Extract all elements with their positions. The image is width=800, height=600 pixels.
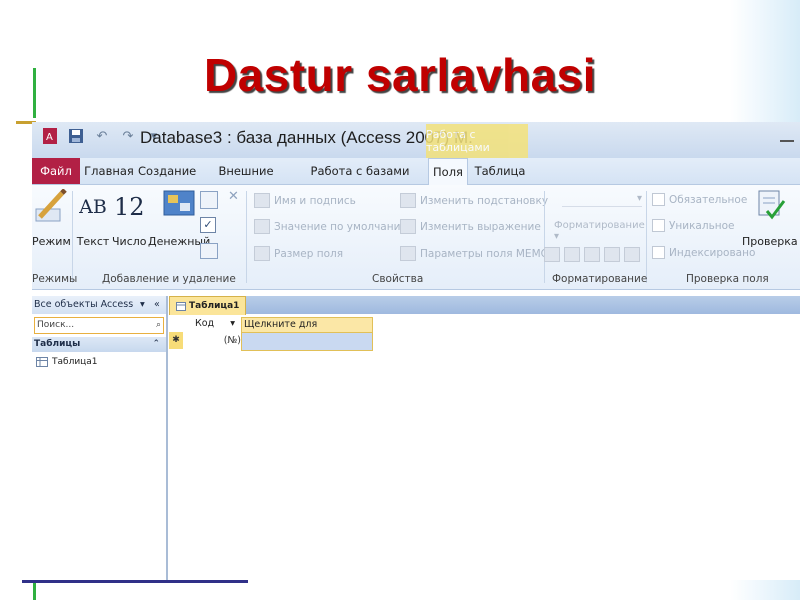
new-record-selector[interactable]: ✱ (169, 332, 183, 349)
nav-search-input[interactable]: Поиск... ⌕ (34, 317, 164, 334)
nav-item-table[interactable]: Таблица1 (36, 357, 98, 367)
required-checkbox[interactable]: Обязательное (652, 193, 747, 206)
tab-database-tools[interactable]: Работа с базами данных (298, 158, 422, 204)
svg-text:A: A (46, 132, 53, 143)
comma-format-icon (584, 247, 600, 262)
default-value-icon (254, 219, 270, 234)
currency-format-icon (544, 247, 560, 262)
title-bar: A ↶ ↷ ▾ Database3 : база данных (Access … (32, 122, 800, 158)
group-separator (72, 191, 73, 283)
number-field-icon: 12 (113, 193, 145, 221)
validation-button[interactable]: Проверка (742, 189, 798, 248)
expression-icon (400, 219, 416, 234)
view-mode-label: Режим (32, 235, 71, 248)
chevron-down-icon: ▾ (636, 193, 642, 204)
access-window: A ↶ ↷ ▾ Database3 : база данных (Access … (32, 122, 800, 580)
group-separator (544, 191, 545, 283)
access-logo-icon: A (42, 128, 58, 144)
group-separator (246, 191, 247, 283)
percent-format-icon (564, 247, 580, 262)
number-field-label: Число (112, 235, 147, 248)
ribbon: Режим AB Текст 12 Число Денежный ✓ ✕ Имя… (32, 185, 800, 290)
text-field-label: Текст (76, 235, 110, 248)
table-icon (176, 301, 186, 311)
tab-table[interactable]: Таблица (472, 158, 528, 184)
document-tab[interactable]: Таблица1 (169, 296, 247, 315)
yes-no-icon[interactable]: ✓ (200, 217, 216, 233)
modify-expression-button[interactable]: Изменить выражение (400, 219, 541, 234)
document-tab-bar: Таблица1 (169, 296, 800, 315)
pencil-icon (34, 189, 68, 225)
format-dropdown[interactable]: Форматирование ▾ (554, 220, 645, 242)
field-size-icon (254, 246, 270, 261)
unique-checkbox[interactable]: Уникальное (652, 219, 735, 232)
date-time-icon[interactable] (200, 191, 218, 209)
add-number-field-button[interactable]: 12 Число (112, 189, 147, 248)
field-size-button[interactable]: Размер поля (254, 246, 343, 261)
chevron-down-icon[interactable]: ▾ (230, 317, 235, 331)
validation-check-icon (753, 189, 787, 225)
save-icon[interactable] (68, 128, 84, 144)
validation-label: Проверка (742, 235, 798, 248)
number-format-buttons[interactable] (544, 247, 640, 262)
chevron-down-icon[interactable]: ▾ (140, 296, 145, 314)
navigation-pane: Все объекты Access ▾ « Поиск... ⌕ Таблиц… (32, 296, 168, 580)
group-label-validation: Проверка поля (686, 273, 769, 285)
default-value-button[interactable]: Значение по умолчанию (254, 219, 409, 234)
datasheet-area: Таблица1 Код ▾ Щелкните для добавления ▾… (169, 296, 800, 580)
more-fields-icon[interactable] (200, 243, 218, 259)
lookup-icon (400, 193, 416, 208)
click-to-add-cell[interactable] (241, 332, 373, 351)
indexed-checkbox[interactable]: Индексировано (652, 246, 755, 259)
tab-fields[interactable]: Поля (428, 158, 468, 185)
tab-file[interactable]: Файл (32, 158, 80, 184)
column-header-click-to-add[interactable]: Щелкните для добавления ▾ (241, 317, 373, 344)
memo-icon (400, 246, 416, 261)
tab-create[interactable]: Создание (138, 158, 196, 184)
decor-line (22, 580, 248, 583)
slide-title: Dastur sarlavhasi (203, 49, 597, 101)
memo-settings-button[interactable]: Параметры поля MEMO (400, 246, 549, 261)
group-separator (646, 191, 647, 283)
table-icon (36, 357, 48, 367)
column-header-kod[interactable]: Код ▾ (185, 317, 241, 331)
data-type-dropdown[interactable]: ▾ (562, 193, 642, 207)
add-text-field-button[interactable]: AB Текст (76, 189, 110, 248)
tab-external-data[interactable]: Внешние данные (200, 158, 292, 204)
modify-lookups-button[interactable]: Изменить подстановку (400, 193, 548, 208)
search-icon[interactable]: ⌕ (156, 318, 161, 333)
nav-pane-header[interactable]: Все объекты Access ▾ « (32, 296, 166, 314)
view-mode-button[interactable]: Режим (32, 189, 71, 248)
group-label-properties: Свойства (372, 273, 424, 285)
name-caption-button[interactable]: Имя и подпись (254, 193, 356, 208)
name-caption-icon (254, 193, 270, 208)
new-record-cell[interactable]: (№) (185, 332, 241, 349)
collapse-group-icon[interactable]: ⌃ (152, 337, 160, 352)
redo-icon[interactable]: ↷ (120, 128, 136, 144)
currency-field-icon (162, 189, 196, 225)
collapse-pane-icon[interactable]: « (154, 296, 160, 314)
text-field-icon: AB (79, 196, 107, 218)
tab-home[interactable]: Главная (84, 158, 134, 184)
increase-decimals-icon (604, 247, 620, 262)
nav-group-tables[interactable]: Таблицы ⌃ (32, 337, 166, 352)
delete-field-icon[interactable]: ✕ (228, 189, 239, 204)
group-label-add-delete: Добавление и удаление (102, 273, 236, 285)
ribbon-tabs: Файл Главная Создание Внешние данные Раб… (32, 158, 800, 204)
chevron-down-icon: ▾ (554, 231, 560, 242)
decrease-decimals-icon (624, 247, 640, 262)
minimize-icon[interactable] (780, 130, 794, 142)
group-label-formatting: Форматирование (552, 273, 648, 285)
window-title: Database3 : база данных (Access 2007) M. (140, 128, 473, 147)
contextual-tab-label: Работа с таблицами (426, 124, 528, 158)
undo-icon[interactable]: ↶ (94, 128, 110, 144)
group-label-views: Режимы (32, 273, 78, 285)
